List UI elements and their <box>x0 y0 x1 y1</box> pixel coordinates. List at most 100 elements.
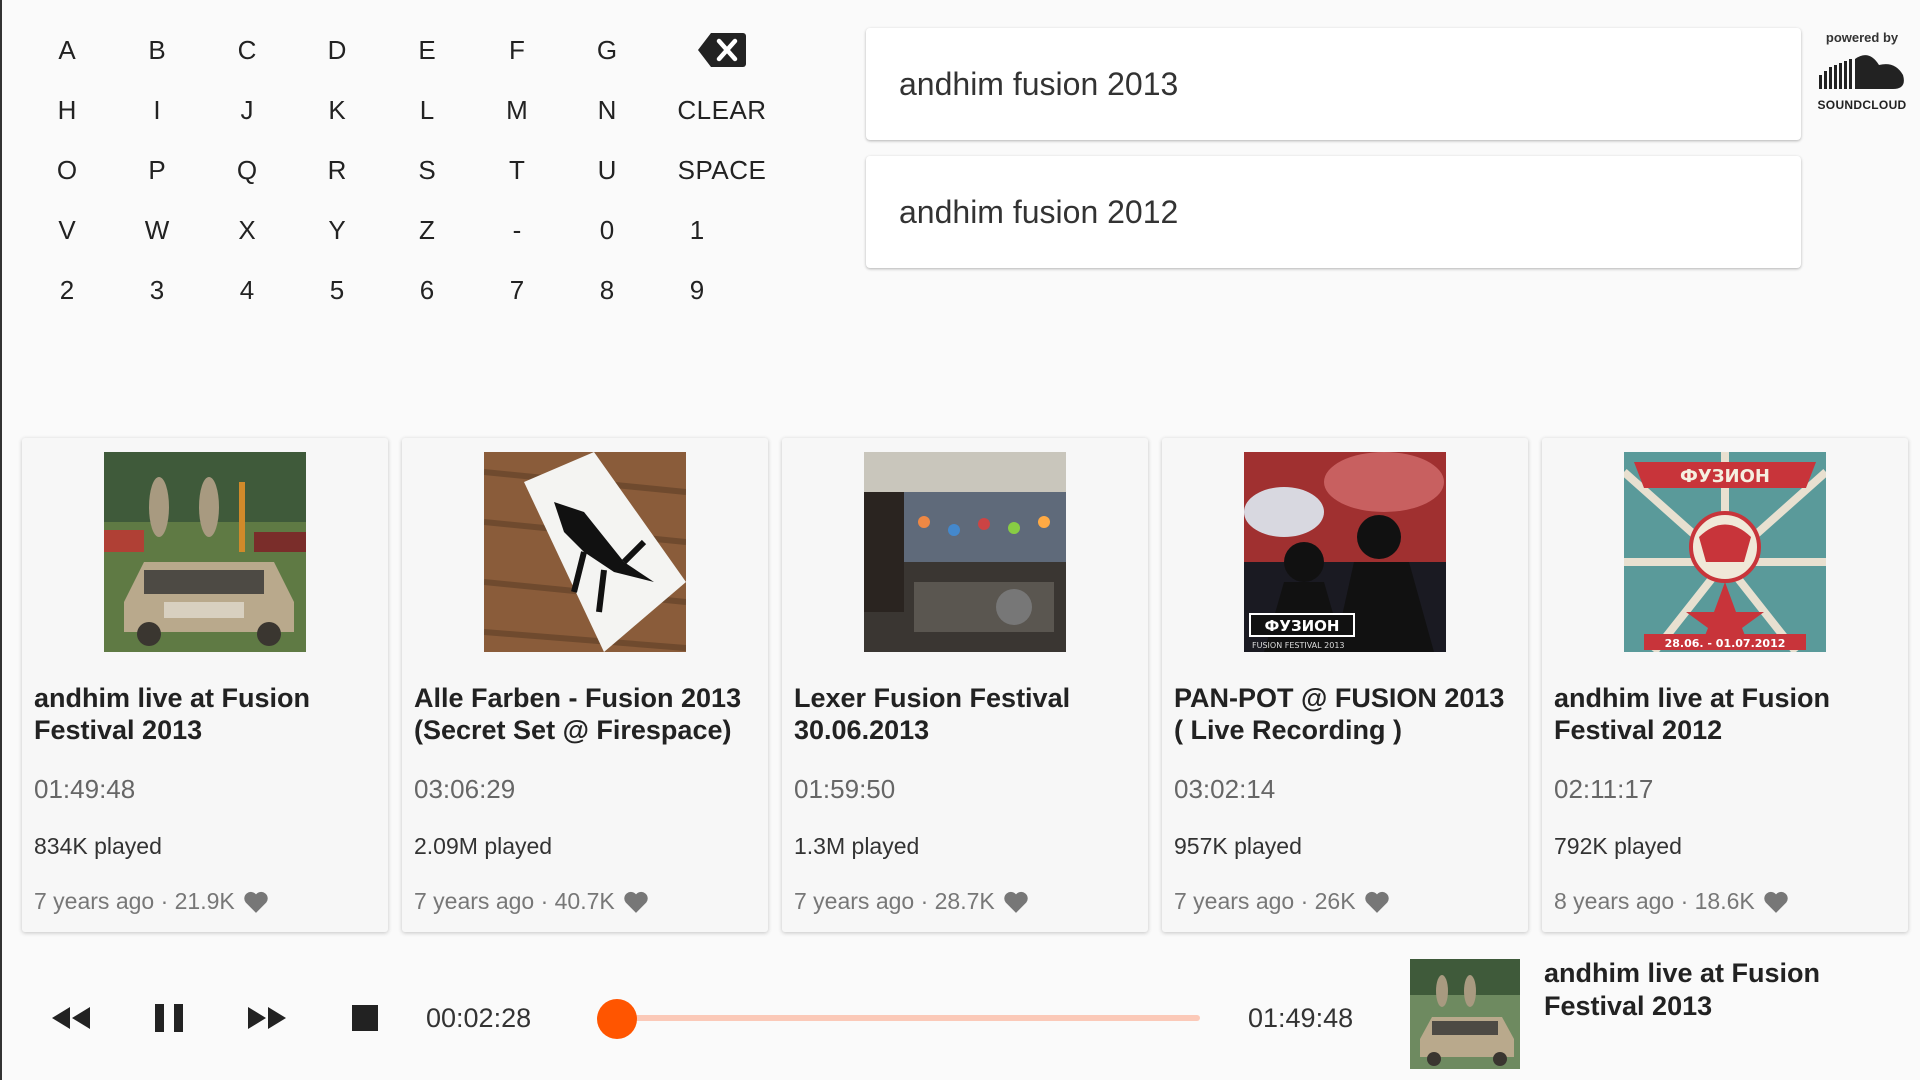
car-art-thumbnail <box>104 452 306 652</box>
key[interactable]: Z <box>382 200 472 260</box>
stage-label: ФУЗИОН <box>1265 617 1340 635</box>
track-card[interactable]: ФУЗИОН 28.06. - 01.07.2012 andhim live a… <box>1542 438 1908 932</box>
track-card[interactable]: andhim live at Fusion Festival 2013 01:4… <box>22 438 388 932</box>
track-meta: 8 years ago · 18.6K <box>1554 888 1896 915</box>
key[interactable]: 5 <box>292 260 382 320</box>
app-frame: A B C D E F G H I J K L M N CLEAR O P Q … <box>0 0 1920 1080</box>
track-duration: 03:02:14 <box>1174 774 1276 804</box>
track-meta: 7 years ago · 28.7K <box>794 888 1136 915</box>
player-bar: 00:02:28 01:49:48 andhim live at Fusion … <box>2 955 1920 1080</box>
stage-art-thumbnail: ФУЗИОН FUSION FESTIVAL 2013 <box>1244 452 1446 652</box>
poster-art-thumbnail: ФУЗИОН 28.06. - 01.07.2012 <box>1624 452 1826 652</box>
key[interactable]: J <box>202 80 292 140</box>
key[interactable]: 9 <box>652 260 742 320</box>
on-screen-keyboard: A B C D E F G H I J K L M N CLEAR O P Q … <box>22 20 802 320</box>
key[interactable]: Y <box>292 200 382 260</box>
play-count: 2.09M played <box>414 833 553 859</box>
track-age-likes: 7 years ago · 21.9K <box>34 888 235 914</box>
stop-icon[interactable] <box>342 995 388 1041</box>
play-count: 957K played <box>1174 833 1302 859</box>
key[interactable]: 8 <box>562 260 652 320</box>
poster-dates: 28.06. - 01.07.2012 <box>1665 637 1786 650</box>
track-title: Alle Farben - Fusion 2013 (Secret Set @ … <box>414 683 742 745</box>
key[interactable]: 7 <box>472 260 562 320</box>
results-list: andhim live at Fusion Festival 2013 01:4… <box>22 438 1920 932</box>
powered-by-soundcloud: powered by SOUNDCLOUD <box>1810 30 1914 112</box>
key[interactable]: D <box>292 20 382 80</box>
track-duration: 01:49:48 <box>34 774 136 804</box>
poster-title: ФУЗИОН <box>1680 466 1770 487</box>
key[interactable]: H <box>22 80 112 140</box>
key[interactable]: A <box>22 20 112 80</box>
key[interactable]: 2 <box>22 260 112 320</box>
key[interactable]: - <box>472 200 562 260</box>
elapsed-time: 00:02:28 <box>426 1003 532 1033</box>
key[interactable]: P <box>112 140 202 200</box>
key[interactable]: 1 <box>652 200 742 260</box>
soundcloud-logo-icon <box>1819 55 1904 89</box>
play-count: 1.3M played <box>794 833 920 859</box>
suggestion-item[interactable]: andhim fusion 2013 <box>866 28 1801 140</box>
now-playing-thumbnail <box>1410 959 1520 1069</box>
keyboard-row: A B C D E F G <box>22 20 802 80</box>
keyboard-row: 2 3 4 5 6 7 8 9 <box>22 260 802 320</box>
heart-icon <box>1764 891 1788 913</box>
seek-bar[interactable] <box>602 1015 1200 1021</box>
fast-forward-icon[interactable] <box>244 995 290 1041</box>
keyboard-row: H I J K L M N CLEAR <box>22 80 802 140</box>
sticker-art-thumbnail <box>484 452 686 652</box>
key[interactable]: L <box>382 80 472 140</box>
track-duration: 02:11:17 <box>1554 774 1654 804</box>
space-button[interactable]: SPACE <box>652 140 792 200</box>
track-age-likes: 8 years ago · 18.6K <box>1554 888 1755 914</box>
key[interactable]: 0 <box>562 200 652 260</box>
track-age-likes: 7 years ago · 26K <box>1174 888 1356 914</box>
heart-icon <box>624 891 648 913</box>
key[interactable]: S <box>382 140 472 200</box>
key[interactable]: 6 <box>382 260 472 320</box>
seek-knob[interactable] <box>597 999 638 1039</box>
play-count: 834K played <box>34 833 162 859</box>
backspace-button[interactable] <box>652 20 792 80</box>
key[interactable]: M <box>472 80 562 140</box>
key[interactable]: U <box>562 140 652 200</box>
key[interactable]: W <box>112 200 202 260</box>
key[interactable]: Q <box>202 140 292 200</box>
track-card[interactable]: Lexer Fusion Festival 30.06.2013 01:59:5… <box>782 438 1148 932</box>
suggestion-item[interactable]: andhim fusion 2012 <box>866 156 1801 268</box>
play-count: 792K played <box>1554 833 1682 859</box>
key[interactable]: T <box>472 140 562 200</box>
keyboard-row: O P Q R S T U SPACE <box>22 140 802 200</box>
track-duration: 01:59:50 <box>794 774 896 804</box>
key[interactable]: V <box>22 200 112 260</box>
track-duration: 03:06:29 <box>414 774 516 804</box>
track-card[interactable]: ФУЗИОН FUSION FESTIVAL 2013 PAN-POT @ FU… <box>1162 438 1528 932</box>
track-meta: 7 years ago · 26K <box>1174 888 1516 915</box>
key[interactable]: 3 <box>112 260 202 320</box>
key[interactable]: O <box>22 140 112 200</box>
powered-by-label: powered by <box>1825 30 1899 45</box>
key[interactable]: R <box>292 140 382 200</box>
key[interactable]: F <box>472 20 562 80</box>
clear-button[interactable]: CLEAR <box>652 80 792 140</box>
rewind-icon[interactable] <box>48 995 94 1041</box>
track-age-likes: 7 years ago · 28.7K <box>794 888 995 914</box>
key[interactable]: E <box>382 20 472 80</box>
key[interactable]: N <box>562 80 652 140</box>
key[interactable]: C <box>202 20 292 80</box>
key[interactable]: G <box>562 20 652 80</box>
key[interactable]: 4 <box>202 260 292 320</box>
track-card[interactable]: Alle Farben - Fusion 2013 (Secret Set @ … <box>402 438 768 932</box>
search-suggestions: andhim fusion 2013 andhim fusion 2012 <box>866 28 1801 284</box>
track-title: PAN-POT @ FUSION 2013 ( Live Recording ) <box>1174 683 1505 745</box>
key[interactable]: K <box>292 80 382 140</box>
key[interactable]: X <box>202 200 292 260</box>
key[interactable]: B <box>112 20 202 80</box>
track-title: Lexer Fusion Festival 30.06.2013 <box>794 683 1071 745</box>
heart-icon <box>244 891 268 913</box>
now-playing-title: andhim live at Fusion Festival 2013 <box>1544 958 1821 1021</box>
key[interactable]: I <box>112 80 202 140</box>
pause-icon[interactable] <box>146 995 192 1041</box>
backspace-icon <box>698 33 746 67</box>
heart-icon <box>1364 891 1389 913</box>
